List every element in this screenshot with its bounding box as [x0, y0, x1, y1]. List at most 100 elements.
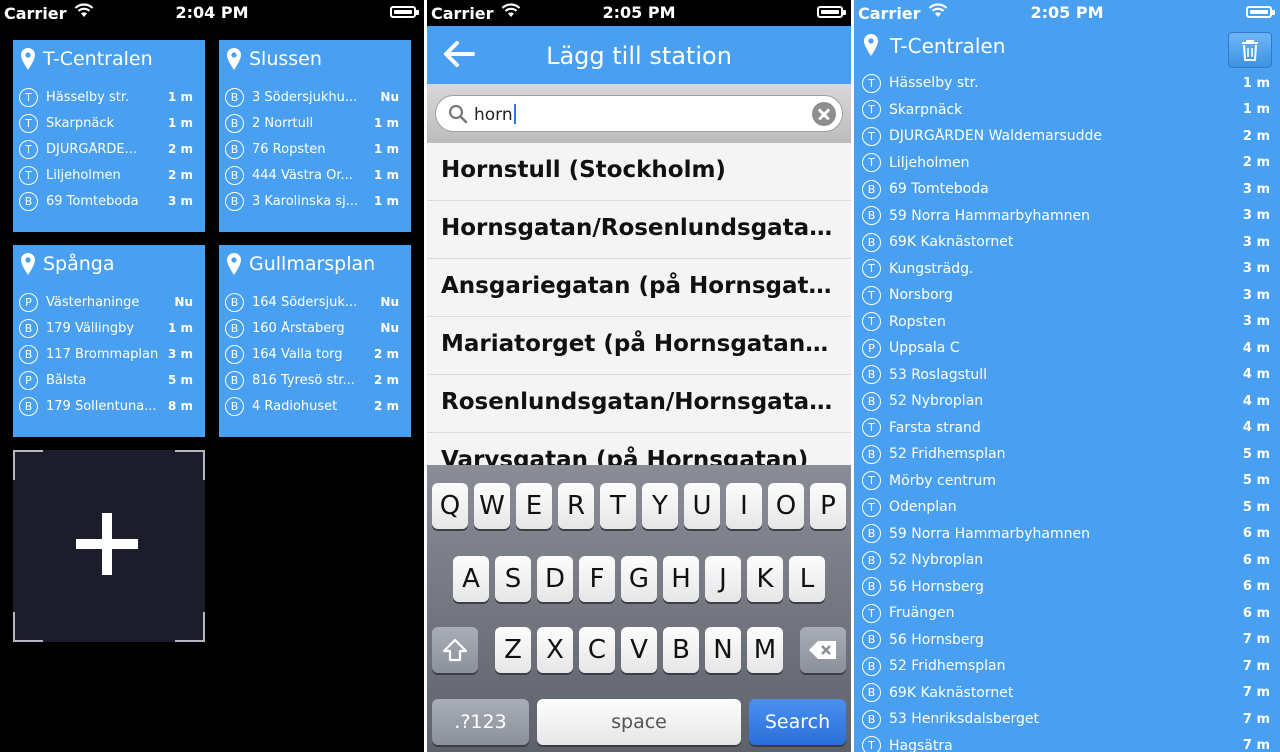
key-u[interactable]: U: [684, 483, 720, 529]
departure-name: Farsta strand: [889, 419, 981, 436]
key-g[interactable]: G: [621, 556, 657, 602]
transport-badge: B: [862, 179, 881, 199]
departure-name: 53 Henriksdalsberget: [889, 711, 1039, 728]
status-time: 2:05 PM: [602, 3, 676, 22]
departure-row: B 69K Kaknästornet 3 m: [862, 229, 1270, 256]
key-d[interactable]: D: [537, 556, 573, 602]
departure-time: 5 m: [1242, 473, 1270, 489]
key-b[interactable]: B: [663, 627, 699, 673]
departure-time: 3 m: [167, 347, 193, 361]
backspace-key[interactable]: [800, 627, 846, 673]
key-q[interactable]: Q: [432, 483, 468, 529]
transport-badge: T: [862, 418, 881, 438]
departure-time: 4 m: [1242, 393, 1270, 409]
key-y[interactable]: Y: [642, 483, 678, 529]
transport-badge: T: [862, 100, 881, 120]
key-c[interactable]: C: [579, 627, 615, 673]
result-item[interactable]: Hornsgatan/Rosenlundsgatan...: [427, 201, 851, 259]
departure-name: Västerhaninge: [46, 294, 140, 310]
search-icon: [448, 104, 468, 124]
station-tile[interactable]: Gullmarsplan B 164 Södersjuk... Nu B 160 Årst…: [219, 245, 411, 437]
space-key[interactable]: space: [537, 699, 741, 745]
key-w[interactable]: W: [474, 483, 510, 529]
departure-row: B 4 Radiohuset 2 m: [225, 393, 405, 419]
departure-time: 1 m: [167, 116, 193, 130]
key-v[interactable]: V: [621, 627, 657, 673]
station-tile[interactable]: Slussen B 3 Södersjukhu... Nu B 2 Norrtull 1 m…: [219, 40, 411, 232]
status-bar: Carrier 2:04 PM: [0, 0, 424, 26]
departure-time: 1 m: [167, 90, 193, 104]
departure-row: T Ropsten 3 m: [862, 309, 1270, 336]
key-j[interactable]: J: [705, 556, 741, 602]
departure-row: B 69K Kaknästornet 7 m: [862, 680, 1270, 707]
transport-badge: B: [862, 550, 881, 570]
departure-row: T Liljeholmen 2 m: [862, 150, 1270, 177]
key-s[interactable]: S: [495, 556, 531, 602]
departure-name: 3 Karolinska sj...: [252, 193, 359, 209]
transport-badge: T: [862, 285, 881, 305]
departure-name: 76 Ropsten: [252, 141, 326, 157]
key-o[interactable]: O: [768, 483, 804, 529]
departure-row: T Skarpnäck 1 m: [862, 97, 1270, 124]
transport-badge: B: [19, 191, 38, 211]
departure-name: Mörby centrum: [889, 472, 996, 489]
numbers-key[interactable]: .?123: [432, 699, 529, 745]
station-tile[interactable]: T-Centralen T Hässelby str. 1 m T Skarpnäck 1 …: [13, 40, 205, 232]
departure-name: DJURGÅRDE...: [46, 141, 138, 157]
departure-time: 2 m: [1242, 155, 1270, 171]
departure-time: 3 m: [1242, 261, 1270, 277]
transport-badge: B: [225, 344, 244, 364]
key-e[interactable]: E: [516, 483, 552, 529]
result-item[interactable]: Hornstull (Stockholm): [427, 143, 851, 201]
add-station-tile[interactable]: [13, 450, 205, 642]
key-n[interactable]: N: [705, 627, 741, 673]
transport-badge: B: [862, 709, 881, 729]
delete-button[interactable]: [1228, 32, 1272, 68]
departure-time: 3 m: [1242, 181, 1270, 197]
transport-badge: T: [862, 73, 881, 93]
key-i[interactable]: I: [726, 483, 762, 529]
key-h[interactable]: H: [663, 556, 699, 602]
nav-bar: Lägg till station: [427, 26, 851, 84]
search-input[interactable]: horn: [435, 95, 843, 132]
location-pin-icon: [864, 34, 878, 56]
key-m[interactable]: M: [747, 627, 783, 673]
key-k[interactable]: K: [747, 556, 783, 602]
transport-badge: B: [225, 165, 244, 185]
departure-name: Odenplan: [889, 499, 957, 516]
departure-name: 59 Norra Hammarbyhamnen: [889, 207, 1090, 224]
transport-badge: B: [862, 391, 881, 411]
transport-badge: T: [19, 113, 38, 133]
search-key[interactable]: Search: [749, 699, 846, 745]
departure-name: Skarpnäck: [889, 101, 963, 118]
key-r[interactable]: R: [558, 483, 594, 529]
shift-icon: [442, 638, 468, 662]
departure-time: 1 m: [1242, 102, 1270, 118]
departure-row: T Fruängen 6 m: [862, 600, 1270, 627]
result-item[interactable]: Ansgariegatan (på Hornsgata...: [427, 259, 851, 317]
station-tile[interactable]: Spånga P Västerhaninge Nu B 179 Vällingby 1 mB…: [13, 245, 205, 437]
departure-time: 7 m: [1242, 685, 1270, 701]
key-z[interactable]: Z: [495, 627, 531, 673]
station-title: T-Centralen: [890, 34, 1006, 58]
departure-row: B 2 Norrtull 1 m: [225, 110, 405, 136]
result-item[interactable]: Varvsgatan (på Hornsgatan): [427, 433, 851, 465]
key-f[interactable]: F: [579, 556, 615, 602]
key-x[interactable]: X: [537, 627, 573, 673]
departure-time: 2 m: [167, 168, 193, 182]
transport-badge: B: [19, 318, 38, 338]
departure-time: Nu: [380, 321, 399, 335]
departure-time: 1 m: [373, 194, 399, 208]
transport-badge: B: [225, 396, 244, 416]
key-l[interactable]: L: [789, 556, 825, 602]
departure-row: P Uppsala C 4 m: [862, 335, 1270, 362]
result-item[interactable]: Mariatorget (på Hornsgatan)...: [427, 317, 851, 375]
key-a[interactable]: A: [453, 556, 489, 602]
transport-badge: B: [862, 444, 881, 464]
key-p[interactable]: P: [810, 483, 846, 529]
shift-key[interactable]: [432, 627, 478, 673]
key-t[interactable]: T: [600, 483, 636, 529]
departure-name: 52 Nybroplan: [889, 393, 984, 410]
result-item[interactable]: Rosenlundsgatan/Hornsgatan...: [427, 375, 851, 433]
clear-icon[interactable]: [812, 102, 836, 126]
